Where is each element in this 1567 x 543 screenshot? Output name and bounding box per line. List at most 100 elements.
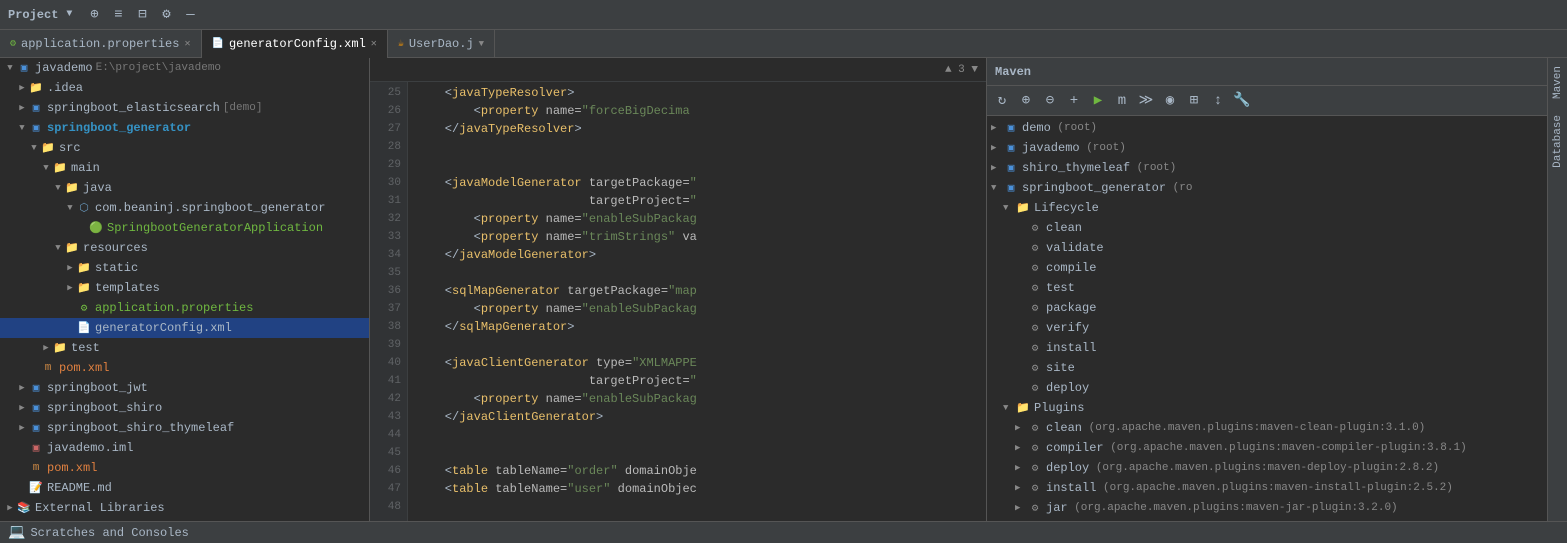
tree-item-templates[interactable]: ▶ 📁 templates [0,278,369,298]
maven-item-deploy-plugin[interactable]: ▶ ⚙ deploy (org.apache.maven.plugins:mav… [987,458,1547,478]
maven-item-verify[interactable]: ⚙ verify [987,318,1547,338]
maven-item-compile[interactable]: ⚙ compile [987,258,1547,278]
maven-item-jar-plugin[interactable]: ▶ ⚙ jar (org.apache.maven.plugins:maven-… [987,498,1547,518]
side-tab-maven[interactable]: Maven [1548,58,1567,107]
maven-item-clean-plugin[interactable]: ▶ ⚙ clean (org.apache.maven.plugins:mave… [987,418,1547,438]
label-springboot-shiro-thymeleaf: springboot_shiro_thymeleaf [47,421,234,435]
tree-item-test[interactable]: ▶ 📁 test [0,338,369,358]
maven-item-lifecycle[interactable]: ▼ 📁 Lifecycle [987,198,1547,218]
maven-item-clean[interactable]: ⚙ clean [987,218,1547,238]
maven-item-test[interactable]: ⚙ test [987,278,1547,298]
tree-item-com-beaninj[interactable]: ▼ ⬡ com.beaninj.springboot_generator [0,198,369,218]
tree-item-external-libraries[interactable]: ▶ 📚 External Libraries [0,498,369,518]
maven-remove-icon[interactable]: ⊖ [1039,90,1061,112]
settings-icon[interactable]: ⚙ [156,5,176,25]
side-tab-database[interactable]: Database [1548,107,1567,176]
label-compiler-plugin: compiler [1046,441,1104,455]
arrow-test: ▶ [40,343,52,353]
code-line-27: </javaTypeResolver> [416,120,978,138]
maven-item-install-plugin[interactable]: ▶ ⚙ install (org.apache.maven.plugins:ma… [987,478,1547,498]
maven-panel-title: Maven [987,65,1039,79]
label-idea: .idea [47,81,83,95]
tree-item-springboot-elasticsearch[interactable]: ▶ ▣ springboot_elasticsearch [demo] [0,98,369,118]
project-dropdown-arrow[interactable]: ▼ [66,9,72,20]
tab-label-application-properties: application.properties [21,37,179,51]
label-pom-generator: pom.xml [59,361,109,375]
module-icon-generator: ▣ [28,120,44,136]
maven-item-shiro-thymeleaf-root[interactable]: ▶ ▣ shiro_thymeleaf (root) [987,158,1547,178]
maven-item-deploy[interactable]: ⚙ deploy [987,378,1547,398]
tab-close-application-properties[interactable]: ✕ [184,38,190,50]
folder-icon-static: 📁 [76,260,92,276]
gear-icon-deploy: ⚙ [1027,380,1043,396]
code-line-40: <javaClientGenerator type="XMLMAPPE [416,354,978,372]
tab-application-properties[interactable]: ⚙ application.properties ✕ [0,30,202,58]
maven-item-plugins[interactable]: ▼ 📁 Plugins [987,398,1547,418]
tree-item-springboot-app[interactable]: 🟢 SpringbootGeneratorApplication [0,218,369,238]
tree-item-idea[interactable]: ▶ 📁 .idea [0,78,369,98]
label-validate: validate [1046,241,1104,255]
maven-item-package[interactable]: ⚙ package [987,298,1547,318]
maven-item-compiler-plugin[interactable]: ▶ ⚙ compiler (org.apache.maven.plugins:m… [987,438,1547,458]
label-site: site [1046,361,1075,375]
code-editor-panel: ▲ 3 ▼ 2526272829 3031323334 3536373839 4… [370,58,987,521]
label-lifecycle: Lifecycle [1034,201,1099,215]
tree-item-springboot-shiro-thymeleaf[interactable]: ▶ ▣ springboot_shiro_thymeleaf [0,418,369,438]
tree-item-springboot-jwt[interactable]: ▶ ▣ springboot_jwt [0,378,369,398]
tree-item-resources[interactable]: ▼ 📁 resources [0,238,369,258]
maven-add2-icon[interactable]: + [1063,90,1085,112]
maven-sort-icon[interactable]: ↕ [1207,90,1229,112]
tab-userdao-java[interactable]: ☕ UserDao.j ▼ [388,30,495,58]
arrow-generator: ▼ [16,123,28,133]
tree-item-pom-generator[interactable]: m pom.xml [0,358,369,378]
code-display[interactable]: <javaTypeResolver> <property name="force… [408,82,986,521]
structure-icon[interactable]: ≡ [108,5,128,25]
main-area: ▼ ▣ javademo E:\project\javademo ▶ 📁 .id… [0,58,1567,521]
tree-item-readme[interactable]: 📝 README.md [0,478,369,498]
tab-close-generatorconfig-xml[interactable]: ✕ [371,38,377,50]
maven-item-validate[interactable]: ⚙ validate [987,238,1547,258]
maven-item-springboot-generator-root[interactable]: ▼ ▣ springboot_generator (ro [987,178,1547,198]
tree-item-javademo-root[interactable]: ▼ ▣ javademo E:\project\javademo [0,58,369,78]
iml-icon: ▣ [28,440,44,456]
tree-item-generatorconfig-xml[interactable]: 📄 generatorConfig.xml [0,318,369,338]
tree-item-main[interactable]: ▼ 📁 main [0,158,369,178]
label-springboot-gen-maven: springboot_generator [1022,181,1166,195]
tree-item-springboot-shiro[interactable]: ▶ ▣ springboot_shiro [0,398,369,418]
tree-item-java[interactable]: ▼ 📁 java [0,178,369,198]
maven-item-demo-root[interactable]: ▶ ▣ demo (root) [987,118,1547,138]
label-test-maven: test [1046,281,1075,295]
tab-dropdown-arrow[interactable]: ▼ [479,39,484,49]
maven-skip-icon[interactable]: ≫ [1135,90,1157,112]
maven-add-icon[interactable]: ⊕ [1015,90,1037,112]
maven-item-site[interactable]: ⚙ site [987,358,1547,378]
editor-tab-bar: ⚙ application.properties ✕ 📄 generatorCo… [0,30,1567,58]
maven-item-javademo-root[interactable]: ▶ ▣ javademo (root) [987,138,1547,158]
tree-item-static[interactable]: ▶ 📁 static [0,258,369,278]
tab-generatorconfig-xml[interactable]: 📄 generatorConfig.xml ✕ [202,30,388,58]
suffix-demo: (root) [1051,122,1097,134]
code-line-48 [416,498,978,516]
tree-item-pom-root[interactable]: m pom.xml [0,458,369,478]
code-line-42: <property name="enableSubPackag [416,390,978,408]
add-content-icon[interactable]: ⊕ [84,5,104,25]
main-toolbar: Project ▼ ⊕ ≡ ⊟ ⚙ — [0,0,1567,30]
tree-item-javademo-iml[interactable]: ▣ javademo.iml [0,438,369,458]
maven-run-icon[interactable]: ▶ [1087,90,1109,112]
tree-item-src[interactable]: ▼ 📁 src [0,138,369,158]
maven-lifecycle-icon[interactable]: ◉ [1159,90,1181,112]
minimize-icon[interactable]: — [180,5,200,25]
folder-icon-java: 📁 [64,180,80,196]
toolbar-icons: ⊕ ≡ ⊟ ⚙ — [84,5,200,25]
tree-item-application-properties[interactable]: ⚙ application.properties [0,298,369,318]
maven-item-install[interactable]: ⚙ install [987,338,1547,358]
maven-tree: ▶ ▣ demo (root) ▶ ▣ javademo (root) ▶ ▣ … [987,116,1547,521]
maven-m-icon[interactable]: m [1111,90,1133,112]
bottom-bar-label: Scratches and Consoles [30,526,188,540]
maven-modules-icon[interactable]: ⊞ [1183,90,1205,112]
tree-item-springboot-generator[interactable]: ▼ ▣ springboot_generator [0,118,369,138]
gear-icon-site: ⚙ [1027,360,1043,376]
collapse-icon[interactable]: ⊟ [132,5,152,25]
maven-settings-icon[interactable]: 🔧 [1231,90,1253,112]
maven-refresh-icon[interactable]: ↻ [991,90,1013,112]
